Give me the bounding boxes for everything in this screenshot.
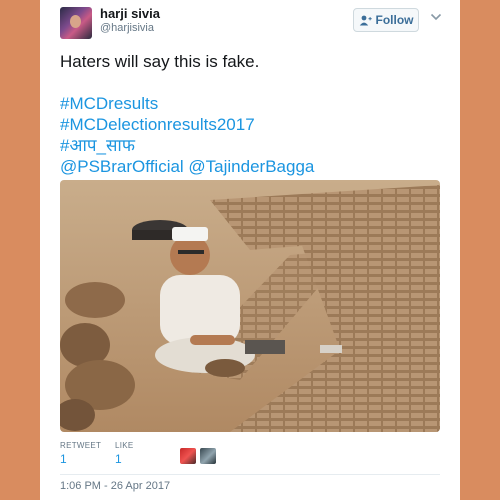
author-avatar[interactable] xyxy=(60,7,92,39)
divider xyxy=(60,474,440,475)
tweet-line-text: Haters will say this is fake. xyxy=(60,52,260,71)
tweet-card: harji sivia @harjisivia Follow Haters wi… xyxy=(40,0,460,500)
mentions[interactable]: @PSBrarOfficial @TajinderBagga xyxy=(60,156,450,177)
like-label: LIKE xyxy=(115,441,134,450)
retweet-count[interactable]: 1 xyxy=(60,452,67,466)
tweet-photo[interactable] xyxy=(60,180,440,432)
follow-label: Follow xyxy=(375,13,414,27)
chevron-down-icon[interactable] xyxy=(430,12,442,22)
author-handle[interactable]: @harjisivia xyxy=(100,22,154,34)
retweet-label: RETWEET xyxy=(60,441,102,450)
hashtag-mcdelectionresults2017[interactable]: #MCDelectionresults2017 xyxy=(60,114,450,135)
tweet-text: Haters will say this is fake. #MCDresult… xyxy=(60,51,450,177)
add-user-icon xyxy=(359,15,372,25)
hashtag-aap-saaf[interactable]: #आप_साफ xyxy=(60,135,450,156)
tweet-timestamp[interactable]: 1:06 PM - 26 Apr 2017 xyxy=(60,480,170,492)
avatar-face xyxy=(70,15,81,28)
liker-avatar[interactable] xyxy=(200,448,216,464)
liker-avatar[interactable] xyxy=(180,448,196,464)
author-name[interactable]: harji sivia xyxy=(100,6,160,21)
like-count[interactable]: 1 xyxy=(115,452,122,466)
photo-brick-kiln xyxy=(60,180,440,432)
hashtag-mcdresults[interactable]: #MCDresults xyxy=(60,93,450,114)
follow-button[interactable]: Follow xyxy=(353,8,419,32)
